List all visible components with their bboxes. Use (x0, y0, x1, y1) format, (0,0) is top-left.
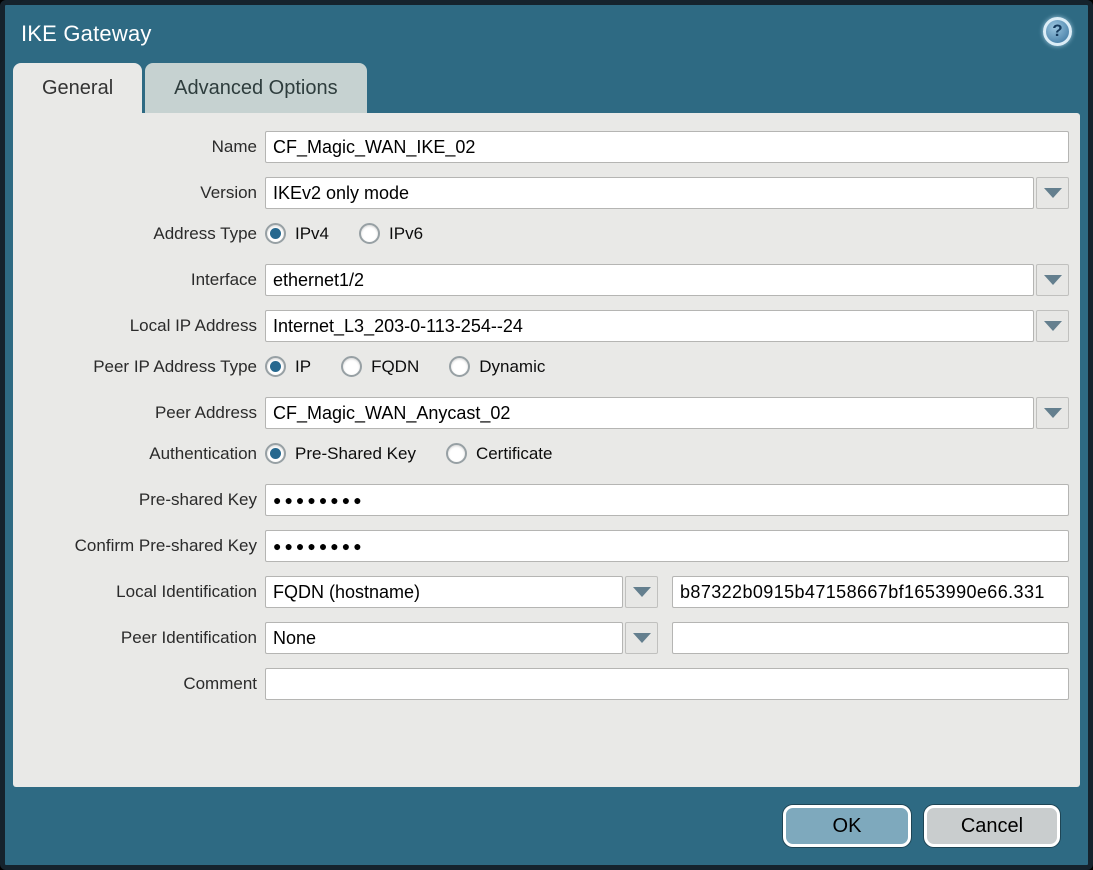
peer-ip-type-fqdn-radio[interactable]: FQDN (341, 356, 419, 377)
local-ip-address-row: Local IP Address Internet_L3_203-0-113-2… (13, 310, 1069, 342)
peer-ip-address-type-label: Peer IP Address Type (13, 357, 265, 377)
version-dropdown-button[interactable] (1036, 177, 1069, 209)
local-ip-address-value: Internet_L3_203-0-113-254--24 (265, 310, 1034, 342)
tab-bar: General Advanced Options (5, 63, 1088, 113)
radio-label: Dynamic (479, 357, 545, 377)
local-identification-value-input[interactable] (672, 576, 1069, 608)
peer-address-label: Peer Address (13, 403, 265, 423)
peer-address-value: CF_Magic_WAN_Anycast_02 (265, 397, 1034, 429)
confirm-pre-shared-key-label: Confirm Pre-shared Key (13, 536, 265, 556)
dialog-title: IKE Gateway (21, 21, 152, 47)
radio-label: IPv6 (389, 224, 423, 244)
radio-icon (446, 443, 467, 464)
cancel-button[interactable]: Cancel (924, 805, 1060, 847)
radio-icon (265, 356, 286, 377)
local-ip-address-dropdown-button[interactable] (1036, 310, 1069, 342)
radio-icon (265, 223, 286, 244)
name-row: Name (13, 131, 1069, 163)
name-input[interactable] (265, 131, 1069, 163)
peer-address-row: Peer Address CF_Magic_WAN_Anycast_02 (13, 397, 1069, 429)
tab-general[interactable]: General (13, 63, 142, 113)
peer-identification-label: Peer Identification (13, 628, 265, 648)
help-icon[interactable]: ? (1043, 17, 1072, 46)
peer-identification-value-input[interactable] (672, 622, 1069, 654)
interface-value: ethernet1/2 (265, 264, 1034, 296)
peer-identification-type-value: None (265, 622, 623, 654)
peer-address-dropdown-button[interactable] (1036, 397, 1069, 429)
pre-shared-key-label: Pre-shared Key (13, 490, 265, 510)
auth-pre-shared-key-radio[interactable]: Pre-Shared Key (265, 443, 416, 464)
radio-label: Pre-Shared Key (295, 444, 416, 464)
peer-ip-address-type-row: Peer IP Address Type IP FQDN Dynamic (13, 356, 1069, 377)
comment-label: Comment (13, 674, 265, 694)
help-glyph: ? (1052, 21, 1062, 41)
chevron-down-icon (1044, 275, 1062, 285)
address-type-row: Address Type IPv4 IPv6 (13, 223, 1069, 244)
local-identification-row: Local Identification FQDN (hostname) (13, 576, 1069, 608)
radio-icon (359, 223, 380, 244)
version-value: IKEv2 only mode (265, 177, 1034, 209)
local-ip-address-label: Local IP Address (13, 316, 265, 336)
interface-dropdown[interactable]: ethernet1/2 (265, 264, 1069, 296)
footer-bar: OK Cancel (5, 787, 1088, 865)
radio-icon (449, 356, 470, 377)
peer-identification-type-dropdown[interactable]: None (265, 622, 658, 654)
version-label: Version (13, 183, 265, 203)
authentication-label: Authentication (13, 444, 265, 464)
local-identification-type-value: FQDN (hostname) (265, 576, 623, 608)
peer-ip-type-dynamic-radio[interactable]: Dynamic (449, 356, 545, 377)
authentication-row: Authentication Pre-Shared Key Certificat… (13, 443, 1069, 464)
comment-row: Comment (13, 668, 1069, 700)
interface-dropdown-button[interactable] (1036, 264, 1069, 296)
auth-certificate-radio[interactable]: Certificate (446, 443, 553, 464)
interface-label: Interface (13, 270, 265, 290)
peer-identification-dropdown-button[interactable] (625, 622, 658, 654)
address-type-label: Address Type (13, 224, 265, 244)
ok-button[interactable]: OK (783, 805, 911, 847)
version-row: Version IKEv2 only mode (13, 177, 1069, 209)
local-identification-type-dropdown[interactable]: FQDN (hostname) (265, 576, 658, 608)
tab-advanced-options[interactable]: Advanced Options (145, 63, 366, 113)
radio-label: IP (295, 357, 311, 377)
peer-identification-row: Peer Identification None (13, 622, 1069, 654)
chevron-down-icon (1044, 408, 1062, 418)
confirm-pre-shared-key-row: Confirm Pre-shared Key (13, 530, 1069, 562)
address-type-ipv6-radio[interactable]: IPv6 (359, 223, 423, 244)
peer-address-dropdown[interactable]: CF_Magic_WAN_Anycast_02 (265, 397, 1069, 429)
chevron-down-icon (1044, 188, 1062, 198)
radio-label: IPv4 (295, 224, 329, 244)
pre-shared-key-input[interactable] (265, 484, 1069, 516)
radio-label: Certificate (476, 444, 553, 464)
address-type-ipv4-radio[interactable]: IPv4 (265, 223, 329, 244)
name-label: Name (13, 137, 265, 157)
radio-icon (265, 443, 286, 464)
comment-input[interactable] (265, 668, 1069, 700)
chevron-down-icon (633, 587, 651, 597)
interface-row: Interface ethernet1/2 (13, 264, 1069, 296)
radio-label: FQDN (371, 357, 419, 377)
local-ip-address-dropdown[interactable]: Internet_L3_203-0-113-254--24 (265, 310, 1069, 342)
ike-gateway-dialog: IKE Gateway ? General Advanced Options N… (0, 0, 1093, 870)
chevron-down-icon (1044, 321, 1062, 331)
pre-shared-key-row: Pre-shared Key (13, 484, 1069, 516)
peer-ip-type-ip-radio[interactable]: IP (265, 356, 311, 377)
local-identification-dropdown-button[interactable] (625, 576, 658, 608)
titlebar: IKE Gateway ? (5, 5, 1088, 63)
general-tab-panel: Name Version IKEv2 only mode Address Typ… (13, 113, 1080, 787)
version-dropdown[interactable]: IKEv2 only mode (265, 177, 1069, 209)
confirm-pre-shared-key-input[interactable] (265, 530, 1069, 562)
local-identification-label: Local Identification (13, 582, 265, 602)
radio-icon (341, 356, 362, 377)
chevron-down-icon (633, 633, 651, 643)
